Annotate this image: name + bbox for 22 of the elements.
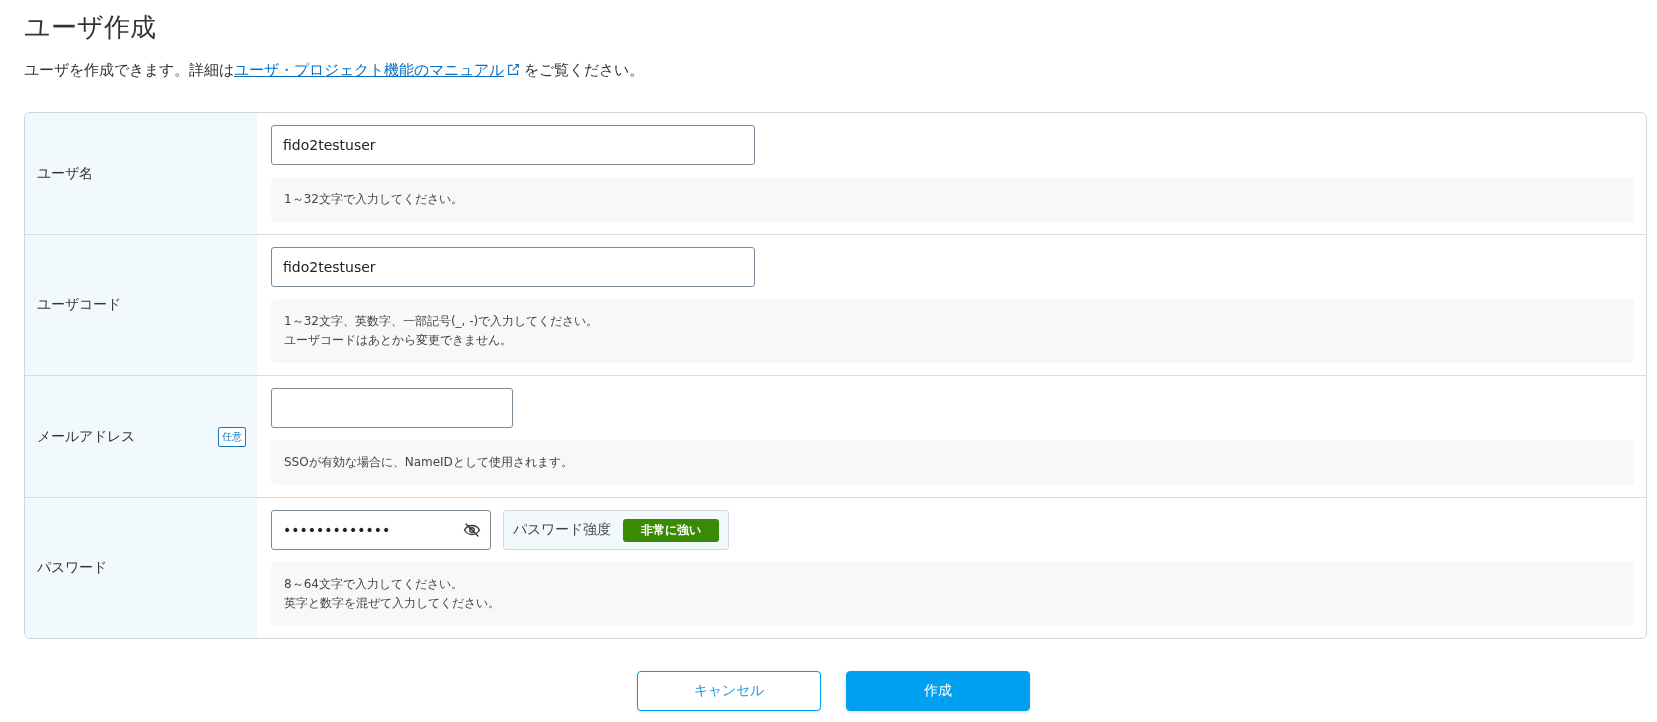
manual-link[interactable]: ユーザ・プロジェクト機能のマニュアル xyxy=(234,61,504,79)
hint-text: ユーザコードはあとから変更できません。 xyxy=(284,332,513,349)
hint-text: SSOが有効な場合に、NameIDとして使用されます。 xyxy=(284,454,574,471)
hint-text: 1～32文字、英数字、一部記号(_, -)で入力してください。 xyxy=(284,313,600,330)
page-title: ユーザ作成 xyxy=(24,11,157,44)
external-link-icon xyxy=(507,63,520,76)
password-field[interactable]: ••••••••••••• xyxy=(271,510,491,550)
eye-slash-icon[interactable] xyxy=(463,521,481,539)
strength-label: パスワード強度 xyxy=(513,521,611,539)
optional-badge: 任意 xyxy=(218,426,246,447)
field-label: ユーザ名 xyxy=(37,164,93,183)
field-label: ユーザコード xyxy=(37,296,121,314)
hint-text: 英字と数字を混ぜて入力してください。 xyxy=(284,595,501,612)
hint-text: 1～32文字で入力してください。 xyxy=(284,191,464,208)
email-field[interactable] xyxy=(271,388,513,428)
page-description: ユーザを作成できます。詳細はユーザ・プロジェクト機能のマニュアル をご覧ください。 xyxy=(24,61,645,80)
strength-badge: 非常に強い xyxy=(623,518,719,542)
field-label: パスワード xyxy=(37,559,107,577)
field-label: メールアドレス xyxy=(37,427,135,446)
text-field[interactable]: fido2testuser xyxy=(271,247,755,287)
hint-text: 8～64文字で入力してください。 xyxy=(284,576,464,593)
text-field[interactable]: fido2testuser xyxy=(271,125,755,165)
